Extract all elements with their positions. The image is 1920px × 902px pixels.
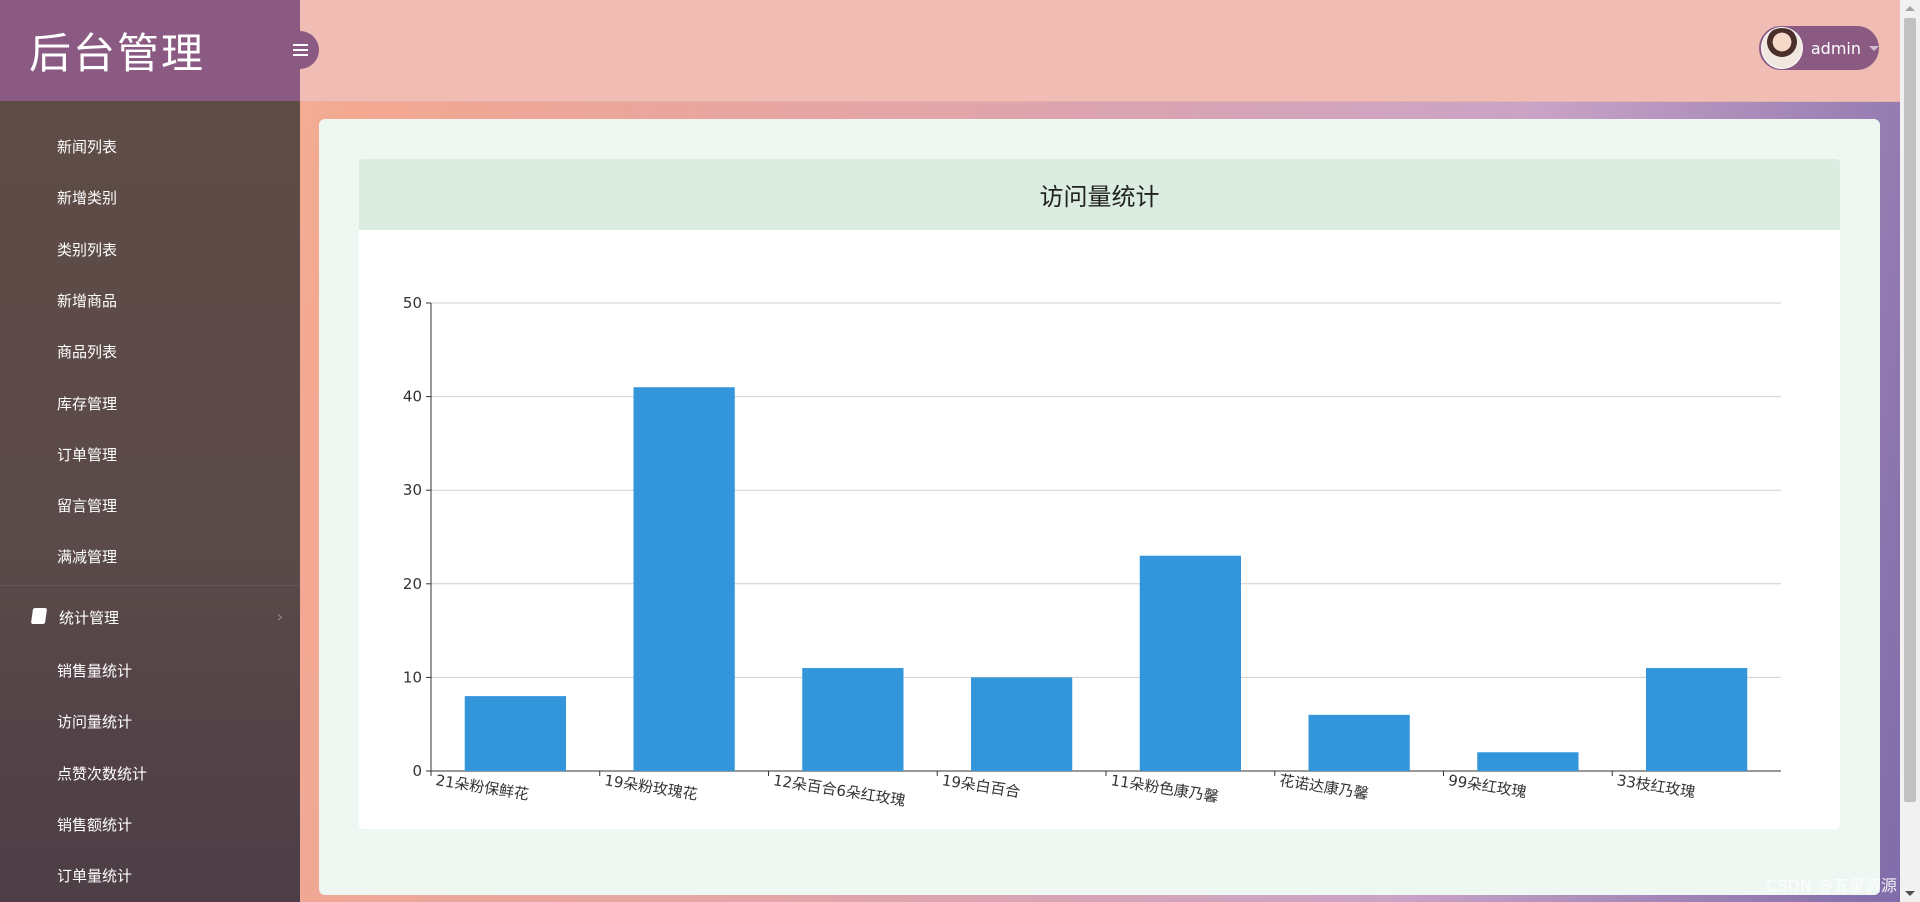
bar xyxy=(1646,668,1748,771)
sidebar-menu: 新闻列表 新增类别 类别列表 新增商品 商品列表 库存管理 订单管理 留言管理 … xyxy=(0,101,300,902)
x-tick-label: 99朵红玫瑰 xyxy=(1447,771,1528,801)
bar xyxy=(633,387,735,771)
x-tick-label: 19朵白百合 xyxy=(941,771,1022,801)
sidebar-item-add-category[interactable]: 新增类别 xyxy=(57,188,117,208)
sidebar-item-product-list[interactable]: 商品列表 xyxy=(57,342,117,362)
sidebar-item-messages[interactable]: 留言管理 xyxy=(57,496,117,516)
bar xyxy=(971,677,1073,771)
bar xyxy=(802,668,904,771)
chart-panel: 访问量统计 0 10 20 30 40 50 21朵粉保鲜花 19朵粉玫瑰花 12朵百合6朵红玫… xyxy=(359,159,1840,829)
sidebar-group-label: 统计管理 xyxy=(59,609,120,627)
sidebar-item-add-product[interactable]: 新增商品 xyxy=(57,291,117,311)
sidebar-group-statistics[interactable]: 统计管理 › xyxy=(0,585,300,648)
sidebar-item-likes-stats[interactable]: 点赞次数统计 xyxy=(57,764,147,784)
hamburger-icon xyxy=(292,44,308,56)
brand-title: 后台管理 xyxy=(0,0,300,101)
y-tick-label: 40 xyxy=(403,388,422,406)
bar xyxy=(464,696,566,771)
page-scrollbar[interactable] xyxy=(1900,0,1920,902)
bar xyxy=(1308,714,1410,771)
y-tick-label: 0 xyxy=(412,762,422,780)
bar-chart: 0 10 20 30 40 50 21朵粉保鲜花 19朵粉玫瑰花 12朵百合6朵红玫瑰 19朵白百… xyxy=(403,294,1781,810)
menu-toggle-button[interactable] xyxy=(281,31,319,69)
sidebar-item-discounts[interactable]: 满减管理 xyxy=(57,547,117,567)
sidebar-item-sales-count-stats[interactable]: 销售量统计 xyxy=(57,661,132,681)
scrollbar-thumb[interactable] xyxy=(1904,18,1916,802)
x-tick-label: 21朵粉保鲜花 xyxy=(434,771,530,803)
sidebar-item-inventory[interactable]: 库存管理 xyxy=(57,394,117,414)
watermark: CSDN @五星资源 xyxy=(1766,876,1897,895)
user-menu[interactable]: admin xyxy=(1759,26,1879,70)
sidebar: 后台管理 新闻列表 新增类别 类别列表 新增商品 商品列表 库存管理 订单管理 … xyxy=(0,0,300,902)
main-card: 访问量统计 0 10 20 30 40 50 21朵粉保鲜花 19朵粉玫瑰花 12朵百合6朵红玫… xyxy=(319,119,1880,895)
y-tick-label: 50 xyxy=(403,294,422,312)
caret-down-icon xyxy=(1869,45,1879,51)
sidebar-item-news-list[interactable]: 新闻列表 xyxy=(57,137,117,157)
bar xyxy=(1477,752,1579,771)
x-tick-label: 33枝红玫瑰 xyxy=(1616,771,1697,801)
x-tick-label: 12朵百合6朵红玫瑰 xyxy=(772,771,907,810)
y-tick-label: 10 xyxy=(403,668,422,686)
sidebar-item-sales-amount-stats[interactable]: 销售额统计 xyxy=(57,815,132,835)
y-tick-label: 30 xyxy=(403,481,422,499)
username: admin xyxy=(1810,38,1861,58)
sidebar-item-category-list[interactable]: 类别列表 xyxy=(57,240,117,260)
scroll-down-icon[interactable] xyxy=(1905,891,1915,896)
sidebar-item-order-count-stats[interactable]: 订单量统计 xyxy=(57,866,132,886)
book-icon xyxy=(30,608,48,624)
chart-area: 0 10 20 30 40 50 21朵粉保鲜花 19朵粉玫瑰花 12朵百合6朵红玫瑰 19朵白百… xyxy=(359,230,1840,829)
chart-title: 访问量统计 xyxy=(359,159,1840,230)
y-tick-label: 20 xyxy=(403,575,422,593)
chevron-right-icon: › xyxy=(276,607,283,626)
x-tick-label: 花诺达康乃馨 xyxy=(1278,771,1370,803)
sidebar-item-orders[interactable]: 订单管理 xyxy=(57,445,117,465)
bar xyxy=(1139,555,1241,771)
avatar xyxy=(1761,27,1803,69)
sidebar-item-visit-stats[interactable]: 访问量统计 xyxy=(57,712,132,732)
x-tick-label: 19朵粉玫瑰花 xyxy=(603,771,699,803)
scroll-up-icon[interactable] xyxy=(1905,6,1915,11)
x-tick-label: 11朵粉色康乃馨 xyxy=(1109,771,1220,806)
topbar xyxy=(300,0,1900,102)
